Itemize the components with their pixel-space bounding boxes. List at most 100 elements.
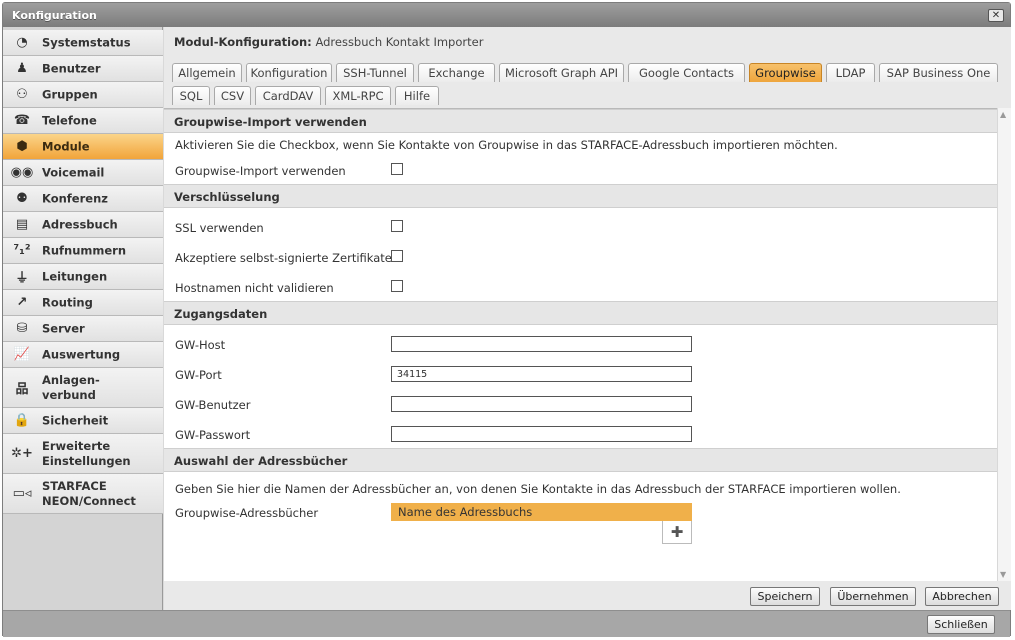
sidebar-item-label: Module	[42, 139, 90, 153]
tab-microsoft-graph-api[interactable]: Microsoft Graph API	[499, 63, 624, 82]
tab-sap-business-one[interactable]: SAP Business One	[879, 63, 998, 82]
sidebar-item-label: Konferenz	[42, 191, 108, 205]
sidebar-item-label: Rufnummern	[42, 243, 127, 257]
sidebar-item-label: Benutzer	[42, 61, 101, 75]
sidebar-item-routing[interactable]: ↗ Routing	[3, 290, 163, 316]
address-book-icon: ▤	[15, 217, 29, 232]
sidebar-item-label: STARFACE NEON/Connect	[42, 478, 136, 508]
sidebar-item-sicherheit[interactable]: 🔒 Sicherheit	[3, 408, 163, 434]
gw-host-input[interactable]	[391, 336, 692, 352]
sidebar-item-leitungen[interactable]: ⏚ Leitungen	[3, 264, 163, 290]
sidebar-item-systemstatus[interactable]: ◔ Systemstatus	[3, 30, 163, 56]
tab-csv[interactable]: CSV	[214, 86, 251, 105]
sidebar-item-benutzer[interactable]: ♟ Benutzer	[3, 56, 163, 82]
sidebar-item-label: Systemstatus	[42, 35, 131, 49]
routing-icon: ↗	[16, 295, 28, 310]
tab-groupwise[interactable]: Groupwise	[749, 63, 822, 82]
group-icon: ⚇	[16, 87, 28, 102]
video-camera-icon: ▭◃	[12, 486, 32, 501]
addressbooks-label: Groupwise-Adressbücher	[175, 506, 319, 520]
tab-ldap[interactable]: LDAP	[826, 63, 875, 82]
title-bar: Konfiguration ✕	[3, 3, 1010, 27]
sidebar-item-erweiterte-einstellungen[interactable]: ✲+ Erweiterte Einstellungen	[3, 434, 163, 474]
sidebar-item-konferenz[interactable]: ⚉ Konferenz	[3, 186, 163, 212]
tab-konfiguration[interactable]: Konfiguration	[246, 63, 332, 82]
footer-bar: Schließen	[3, 610, 1010, 637]
module-heading: Modul-Konfiguration: Adressbuch Kontakt …	[164, 27, 1011, 57]
hostname-validation-label: Hostnamen nicht validieren	[175, 281, 334, 295]
apply-button[interactable]: Übernehmen	[830, 587, 916, 606]
section-import-header: Groupwise-Import verwenden	[164, 109, 997, 133]
self-signed-label: Akzeptiere selbst-signierte Zertifikate	[175, 251, 392, 265]
sidebar-item-label: Voicemail	[42, 165, 105, 179]
gw-port-label: GW-Port	[175, 368, 222, 382]
sidebar-item-starface-neon-connect[interactable]: ▭◃ STARFACE NEON/Connect	[3, 474, 163, 514]
sidebar-item-adressbuch[interactable]: ▤ Adressbuch	[3, 212, 163, 238]
plus-icon: ✚	[670, 523, 684, 541]
sidebar-item-auswertung[interactable]: 📈 Auswertung	[3, 342, 163, 368]
addressbook-column-header[interactable]: Name des Adressbuchs	[391, 503, 692, 521]
gw-host-label: GW-Host	[175, 338, 226, 352]
sidebar-item-telefone[interactable]: ☎ Telefone	[3, 108, 163, 134]
save-button[interactable]: Speichern	[750, 587, 820, 606]
sidebar-item-label: Anlagen- verbund	[42, 372, 100, 402]
tab-sql[interactable]: SQL	[172, 86, 210, 105]
line-chart-icon: 📈	[13, 347, 31, 362]
hostname-validation-checkbox[interactable]	[391, 280, 403, 292]
sidebar-item-label: Erweiterte Einstellungen	[42, 438, 131, 468]
sidebar-item-module[interactable]: ⬢ Module	[3, 134, 163, 160]
tab-google-contacts[interactable]: Google Contacts	[628, 63, 745, 82]
numbers-icon: ⁷₁²	[13, 243, 31, 258]
sidebar-item-label: Leitungen	[42, 269, 108, 283]
ssl-label: SSL verwenden	[175, 221, 264, 235]
scroll-down-icon[interactable]: ▼	[1000, 570, 1006, 579]
tab-carddav[interactable]: CardDAV	[255, 86, 321, 105]
sidebar-item-anlagen-verbund[interactable]: 品 Anlagen- verbund	[3, 368, 163, 408]
import-checkbox[interactable]	[391, 163, 403, 175]
section-credentials-header: Zugangsdaten	[164, 301, 997, 325]
sidebar-item-label: Auswertung	[42, 347, 121, 361]
sidebar-item-gruppen[interactable]: ⚇ Gruppen	[3, 82, 163, 108]
tab-ssh-tunnel[interactable]: SSH-Tunnel	[336, 63, 414, 82]
gw-user-label: GW-Benutzer	[175, 398, 251, 412]
gw-user-input[interactable]	[391, 396, 692, 412]
tab-xml-rpc[interactable]: XML-RPC	[325, 86, 391, 105]
main-panel: Modul-Konfiguration: Adressbuch Kontakt …	[164, 27, 1011, 610]
cube-icon: ⬢	[16, 139, 28, 154]
lock-icon: 🔒	[13, 413, 31, 428]
tab-hilfe[interactable]: Hilfe	[395, 86, 439, 105]
tab-exchange[interactable]: Exchange	[418, 63, 495, 82]
gw-password-label: GW-Passwort	[175, 428, 251, 442]
cancel-button[interactable]: Abbrechen	[925, 587, 999, 606]
user-icon: ♟	[16, 61, 28, 76]
lines-icon: ⏚	[15, 271, 29, 286]
addressbooks-description: Geben Sie hier die Namen der Adressbüche…	[175, 482, 901, 496]
sidebar-item-label: Routing	[42, 295, 93, 309]
voicemail-icon: ◉◉	[10, 165, 34, 180]
sidebar-item-rufnummern[interactable]: ⁷₁² Rufnummern	[3, 238, 163, 264]
section-addressbooks-header: Auswahl der Adressbücher	[164, 448, 997, 472]
gw-password-input[interactable]	[391, 426, 692, 442]
server-icon: ⛁	[16, 321, 28, 336]
gw-port-input[interactable]: 34115	[391, 366, 692, 382]
module-heading-label: Modul-Konfiguration:	[174, 35, 312, 49]
import-description: Aktivieren Sie die Checkbox, wenn Sie Ko…	[175, 138, 838, 152]
section-encryption-header: Verschlüsselung	[164, 184, 997, 208]
import-checkbox-label: Groupwise-Import verwenden	[175, 164, 346, 178]
configuration-window: Konfiguration ✕ ◔ Systemstatus ♟ Benutzer ⚇ G…	[2, 2, 1011, 637]
close-button[interactable]: Schließen	[927, 615, 995, 634]
sidebar: ◔ Systemstatus ♟ Benutzer ⚇ Gruppen ☎ Telefone ⬢…	[3, 27, 163, 610]
conference-icon: ⚉	[16, 191, 28, 206]
sidebar-item-voicemail[interactable]: ◉◉ Voicemail	[3, 160, 163, 186]
close-window-icon[interactable]: ✕	[988, 9, 1004, 22]
self-signed-checkbox[interactable]	[391, 250, 403, 262]
ssl-checkbox[interactable]	[391, 220, 403, 232]
content-area: Groupwise-Import verwenden Aktivieren Si…	[164, 108, 997, 581]
scroll-up-icon[interactable]: ▲	[1000, 110, 1006, 119]
add-addressbook-button[interactable]: ✚	[662, 521, 692, 544]
sidebar-item-label: Telefone	[42, 113, 97, 127]
sidebar-item-label: Sicherheit	[42, 413, 109, 427]
sidebar-item-server[interactable]: ⛁ Server	[3, 316, 163, 342]
content-scrollbar[interactable]: ▲ ▼	[997, 108, 1011, 581]
tab-allgemein[interactable]: Allgemein	[172, 63, 242, 82]
